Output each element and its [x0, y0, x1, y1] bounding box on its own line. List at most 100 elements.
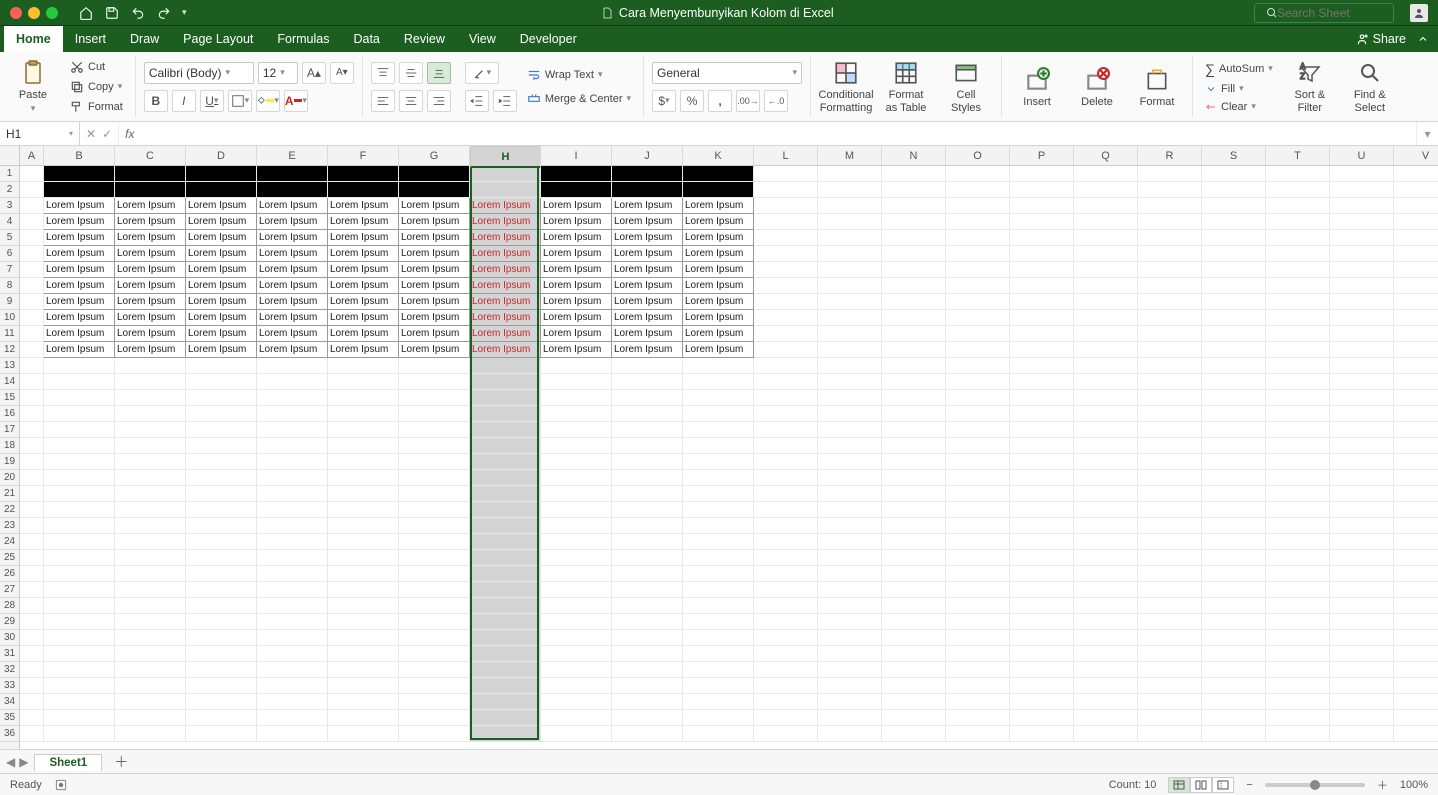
cell-S15[interactable]: [1202, 390, 1266, 406]
cell-P22[interactable]: [1010, 502, 1074, 518]
cell-O8[interactable]: [946, 278, 1010, 294]
column-header-D[interactable]: D: [186, 146, 257, 165]
cell-J32[interactable]: [612, 662, 683, 678]
cell-L23[interactable]: [754, 518, 818, 534]
cell-K4[interactable]: Lorem Ipsum: [683, 214, 754, 230]
cell-D10[interactable]: Lorem Ipsum: [186, 310, 257, 326]
cell-C16[interactable]: [115, 406, 186, 422]
cell-G25[interactable]: [399, 550, 470, 566]
cell-I17[interactable]: [541, 422, 612, 438]
cell-O28[interactable]: [946, 598, 1010, 614]
cell-R16[interactable]: [1138, 406, 1202, 422]
cell-V2[interactable]: [1394, 182, 1438, 198]
cell-R30[interactable]: [1138, 630, 1202, 646]
cell-K11[interactable]: Lorem Ipsum: [683, 326, 754, 342]
cell-O21[interactable]: [946, 486, 1010, 502]
cell-C27[interactable]: [115, 582, 186, 598]
cell-B18[interactable]: [44, 438, 115, 454]
cell-C10[interactable]: Lorem Ipsum: [115, 310, 186, 326]
cell-T32[interactable]: [1266, 662, 1330, 678]
row-header-16[interactable]: 16: [0, 406, 19, 422]
cell-Q14[interactable]: [1074, 374, 1138, 390]
name-box[interactable]: H1▾: [0, 122, 80, 145]
cell-G20[interactable]: [399, 470, 470, 486]
cell-Q3[interactable]: [1074, 198, 1138, 214]
cell-U18[interactable]: [1330, 438, 1394, 454]
zoom-in-button[interactable]: ＋: [1377, 777, 1388, 793]
cell-S26[interactable]: [1202, 566, 1266, 582]
cell-L10[interactable]: [754, 310, 818, 326]
cell-F14[interactable]: [328, 374, 399, 390]
cell-G29[interactable]: [399, 614, 470, 630]
cell-P27[interactable]: [1010, 582, 1074, 598]
cell-Q4[interactable]: [1074, 214, 1138, 230]
cell-M15[interactable]: [818, 390, 882, 406]
cell-L2[interactable]: [754, 182, 818, 198]
cell-U30[interactable]: [1330, 630, 1394, 646]
cell-O24[interactable]: [946, 534, 1010, 550]
cell-G17[interactable]: [399, 422, 470, 438]
cell-R1[interactable]: [1138, 166, 1202, 182]
cell-K5[interactable]: Lorem Ipsum: [683, 230, 754, 246]
cell-T19[interactable]: [1266, 454, 1330, 470]
cell-P29[interactable]: [1010, 614, 1074, 630]
cell-R14[interactable]: [1138, 374, 1202, 390]
cell-N28[interactable]: [882, 598, 946, 614]
cell-H8[interactable]: Lorem Ipsum: [470, 278, 541, 294]
cell-R29[interactable]: [1138, 614, 1202, 630]
cell-I29[interactable]: [541, 614, 612, 630]
close-window-button[interactable]: [10, 7, 22, 19]
cell-B26[interactable]: [44, 566, 115, 582]
cell-M4[interactable]: [818, 214, 882, 230]
cell-F7[interactable]: Lorem Ipsum: [328, 262, 399, 278]
cell-B14[interactable]: [44, 374, 115, 390]
cell-R9[interactable]: [1138, 294, 1202, 310]
cell-M14[interactable]: [818, 374, 882, 390]
cell-E24[interactable]: [257, 534, 328, 550]
wrap-text-button[interactable]: Wrap Text ▾: [523, 66, 635, 84]
cell-C8[interactable]: Lorem Ipsum: [115, 278, 186, 294]
cell-O27[interactable]: [946, 582, 1010, 598]
cell-Q10[interactable]: [1074, 310, 1138, 326]
cell-T7[interactable]: [1266, 262, 1330, 278]
cell-M12[interactable]: [818, 342, 882, 358]
cell-L32[interactable]: [754, 662, 818, 678]
cell-K30[interactable]: [683, 630, 754, 646]
cell-R33[interactable]: [1138, 678, 1202, 694]
cell-D23[interactable]: [186, 518, 257, 534]
cell-K17[interactable]: [683, 422, 754, 438]
cell-N36[interactable]: [882, 726, 946, 742]
cell-E6[interactable]: Lorem Ipsum: [257, 246, 328, 262]
cell-P6[interactable]: [1010, 246, 1074, 262]
cell-H26[interactable]: [470, 566, 541, 582]
cell-F4[interactable]: Lorem Ipsum: [328, 214, 399, 230]
cell-S27[interactable]: [1202, 582, 1266, 598]
cell-A31[interactable]: [20, 646, 44, 662]
cell-G6[interactable]: Lorem Ipsum: [399, 246, 470, 262]
row-header-20[interactable]: 20: [0, 470, 19, 486]
column-header-T[interactable]: T: [1266, 146, 1330, 165]
cell-C17[interactable]: [115, 422, 186, 438]
cell-V18[interactable]: [1394, 438, 1438, 454]
column-header-K[interactable]: K: [683, 146, 754, 165]
cell-H33[interactable]: [470, 678, 541, 694]
row-header-36[interactable]: 36: [0, 726, 19, 742]
cell-A7[interactable]: [20, 262, 44, 278]
cell-F23[interactable]: [328, 518, 399, 534]
cell-A36[interactable]: [20, 726, 44, 742]
cell-G33[interactable]: [399, 678, 470, 694]
cell-P4[interactable]: [1010, 214, 1074, 230]
cell-U19[interactable]: [1330, 454, 1394, 470]
tab-home[interactable]: Home: [4, 26, 63, 52]
cell-F6[interactable]: Lorem Ipsum: [328, 246, 399, 262]
cell-C35[interactable]: [115, 710, 186, 726]
cell-N3[interactable]: [882, 198, 946, 214]
cell-B27[interactable]: [44, 582, 115, 598]
cell-R8[interactable]: [1138, 278, 1202, 294]
cancel-formula-icon[interactable]: ✕: [86, 127, 96, 141]
cell-S4[interactable]: [1202, 214, 1266, 230]
row-header-3[interactable]: 3: [0, 198, 19, 214]
cell-I9[interactable]: Lorem Ipsum: [541, 294, 612, 310]
cell-H9[interactable]: Lorem Ipsum: [470, 294, 541, 310]
cell-C28[interactable]: [115, 598, 186, 614]
